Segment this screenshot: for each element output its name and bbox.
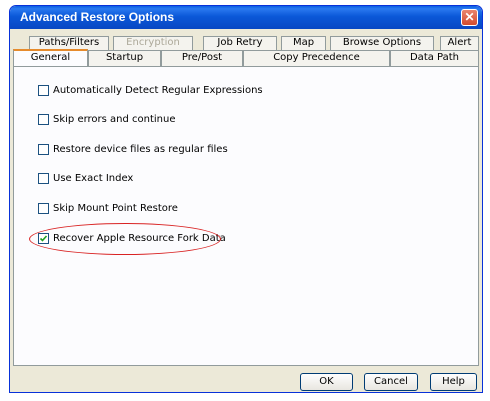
- dialog-title: Advanced Restore Options: [20, 10, 175, 24]
- option-label: Skip errors and continue: [53, 113, 176, 125]
- checkbox[interactable]: [38, 202, 49, 214]
- tab-encryption: Encryption: [113, 36, 193, 50]
- highlight-ellipse: [29, 223, 221, 255]
- option-restore-device-files[interactable]: Restore device files as regular files: [38, 142, 228, 156]
- close-button[interactable]: ✕: [461, 9, 478, 26]
- title-bar[interactable]: Advanced Restore Options ✕: [10, 6, 482, 29]
- option-label: Skip Mount Point Restore: [53, 202, 178, 214]
- tab-map[interactable]: Map: [281, 36, 326, 50]
- tab-pre-post[interactable]: Pre/Post: [161, 50, 243, 66]
- checkbox[interactable]: [38, 113, 49, 125]
- tab-job-retry[interactable]: Job Retry: [203, 36, 277, 50]
- tab-browse-options[interactable]: Browse Options: [330, 36, 434, 50]
- tab-general[interactable]: General: [13, 49, 88, 66]
- checkbox[interactable]: [38, 143, 49, 155]
- option-label: Use Exact Index: [53, 172, 134, 184]
- general-tab-panel: Automatically Detect Regular Expressions…: [13, 66, 479, 366]
- ok-button[interactable]: OK: [300, 373, 353, 391]
- tab-alert[interactable]: Alert: [440, 36, 479, 50]
- option-label: Restore device files as regular files: [53, 143, 228, 155]
- tab-copy-precedence[interactable]: Copy Precedence: [243, 50, 390, 66]
- close-icon: ✕: [464, 10, 475, 24]
- tab-paths-filters[interactable]: Paths/Filters: [29, 36, 109, 50]
- option-skip-mount-point[interactable]: Skip Mount Point Restore: [38, 201, 178, 215]
- option-use-exact-index[interactable]: Use Exact Index: [38, 171, 133, 185]
- option-skip-errors[interactable]: Skip errors and continue: [38, 112, 176, 126]
- option-detect-regular-expressions[interactable]: Automatically Detect Regular Expressions: [38, 83, 263, 97]
- help-button[interactable]: Help: [430, 373, 477, 391]
- tab-data-path[interactable]: Data Path: [390, 50, 479, 66]
- cancel-button[interactable]: Cancel: [364, 373, 418, 391]
- checkbox[interactable]: [38, 84, 49, 96]
- tab-startup[interactable]: Startup: [88, 50, 161, 66]
- checkbox[interactable]: [38, 172, 49, 184]
- option-label: Automatically Detect Regular Expressions: [53, 84, 263, 96]
